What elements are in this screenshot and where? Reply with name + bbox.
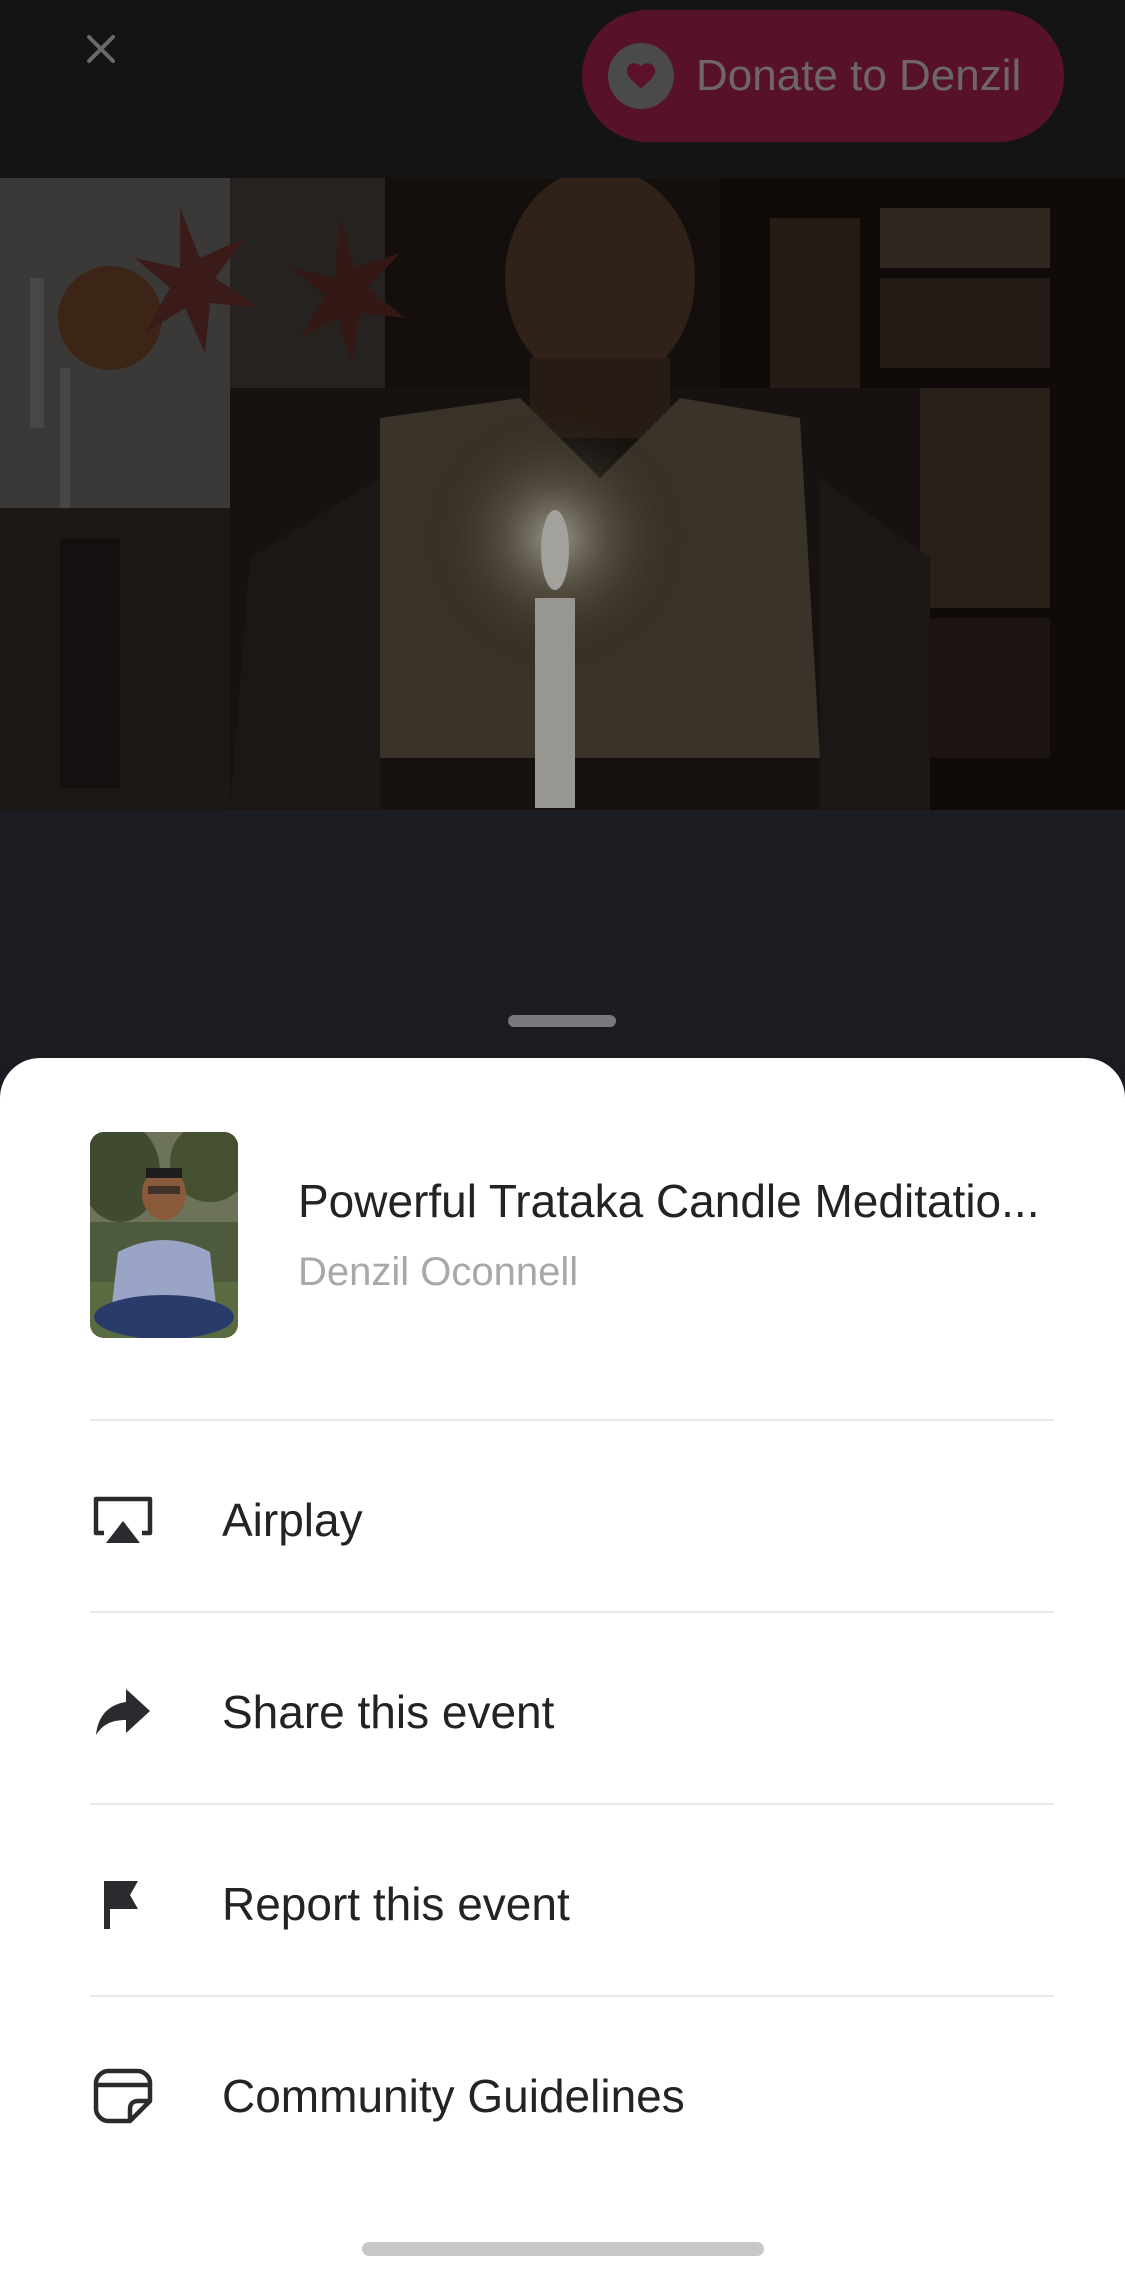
donate-button[interactable]: Donate to Denzil (582, 10, 1064, 142)
guidelines-icon (90, 2063, 156, 2129)
event-title: Powerful Trataka Candle Meditatio... (298, 1175, 1040, 1227)
video-frame[interactable] (0, 178, 1125, 810)
menu-item-airplay[interactable]: Airplay (90, 1425, 1054, 1615)
divider (90, 1611, 1054, 1613)
airplay-icon (90, 1487, 156, 1553)
options-sheet: Powerful Trataka Candle Meditatio... Den… (0, 1058, 1125, 2284)
share-icon (90, 1679, 156, 1745)
sheet-drag-handle[interactable] (508, 1015, 616, 1027)
flag-icon (90, 1871, 156, 1937)
heart-icon (608, 43, 674, 109)
event-header: Powerful Trataka Candle Meditatio... Den… (90, 1132, 1050, 1338)
menu-item-report[interactable]: Report this event (90, 1809, 1054, 1999)
divider (90, 1803, 1054, 1805)
close-icon (84, 32, 118, 71)
divider (90, 1995, 1054, 1997)
event-thumbnail (90, 1132, 238, 1338)
menu-item-community-guidelines[interactable]: Community Guidelines (90, 2001, 1054, 2191)
divider (90, 1419, 1054, 1421)
donate-label: Donate to Denzil (696, 51, 1022, 100)
menu-label-report: Report this event (222, 1878, 570, 1930)
menu-label-share: Share this event (222, 1686, 555, 1738)
home-indicator[interactable] (362, 2242, 764, 2256)
close-button[interactable] (68, 12, 134, 90)
event-host-name[interactable]: Denzil Oconnell (298, 1250, 578, 1295)
player-top-bar: Donate to Denzil (0, 0, 1125, 178)
menu-label-airplay: Airplay (222, 1494, 363, 1546)
menu-label-community-guidelines: Community Guidelines (222, 2070, 685, 2122)
menu-item-share[interactable]: Share this event (90, 1617, 1054, 1807)
